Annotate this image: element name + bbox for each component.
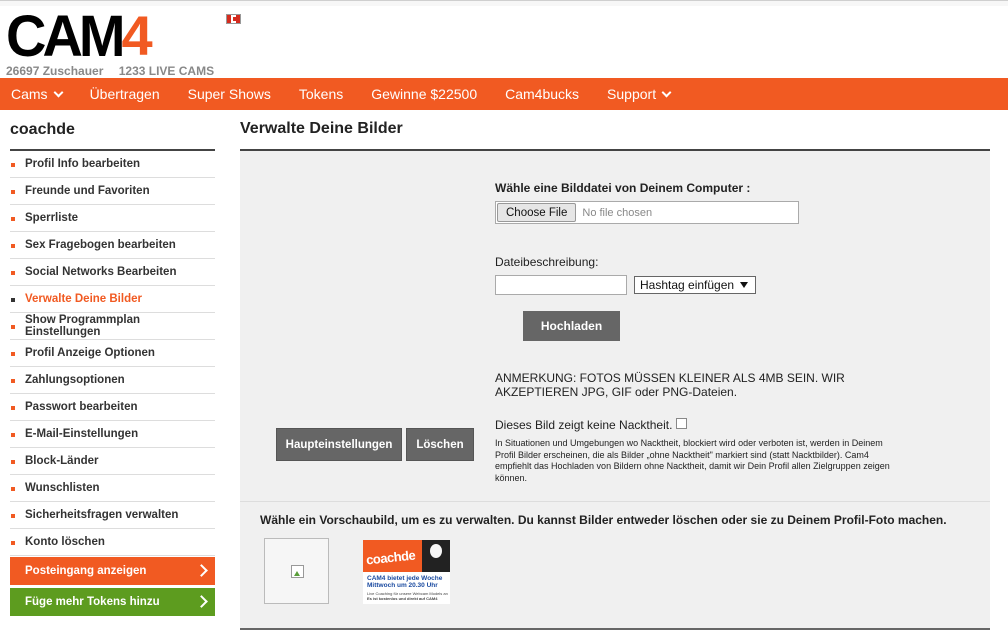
chevron-down-icon xyxy=(53,87,64,97)
page-title: Verwalte Deine Bilder xyxy=(240,120,403,137)
inbox-button[interactable]: Posteingang anzeigen xyxy=(10,557,215,585)
sidebar-item-wishlists[interactable]: Wunschlisten xyxy=(10,475,215,502)
chevron-right-icon xyxy=(195,595,208,608)
logo-text: CAM xyxy=(6,2,126,69)
main-settings-button[interactable]: Haupteinstellungen xyxy=(276,428,402,461)
no-nudity-checkbox[interactable] xyxy=(676,417,688,429)
main-nav: Cams Übertragen Super Shows Tokens Gewin… xyxy=(0,78,1008,110)
sidebar-item-questionnaire[interactable]: Sex Fragebogen bearbeiten xyxy=(10,232,215,259)
promo-line-4: Es ist kostenlos und direkt auf CAM4 xyxy=(367,596,438,601)
nav-tokens[interactable]: Tokens xyxy=(285,78,357,110)
nudity-info: In Situationen und Umgebungen wo Nackthe… xyxy=(495,438,890,483)
sidebar-item-block-countries[interactable]: Block-Länder xyxy=(10,448,215,475)
file-status: No file chosen xyxy=(582,206,653,219)
sidebar-item-profile-display[interactable]: Profil Anzeige Optionen xyxy=(10,340,215,367)
sidebar-item-manage-pictures[interactable]: Verwalte Deine Bilder xyxy=(10,286,215,313)
sidebar-item-blocklist[interactable]: Sperrliste xyxy=(10,205,215,232)
browser-top-edge xyxy=(0,0,1008,6)
sidebar-item-security-questions[interactable]: Sicherheitsfragen verwalten xyxy=(10,502,215,529)
sidebar-item-show-schedule[interactable]: Show Programmplan Einstellungen xyxy=(10,313,215,340)
nav-support[interactable]: Support xyxy=(593,78,684,110)
sidebar-item-payment[interactable]: Zahlungsoptionen xyxy=(10,367,215,394)
promo-photo xyxy=(422,540,450,572)
add-tokens-button[interactable]: Füge mehr Tokens hinzu xyxy=(10,588,215,616)
nav-super-shows[interactable]: Super Shows xyxy=(174,78,285,110)
nav-broadcast[interactable]: Übertragen xyxy=(76,78,174,110)
dropdown-arrow-icon xyxy=(740,282,748,288)
choose-file-button[interactable]: Choose File xyxy=(497,203,577,222)
no-nudity-option: Dieses Bild zeigt keine Nacktheit. xyxy=(495,417,688,432)
sidebar-item-email[interactable]: E-Mail-Einstellungen xyxy=(10,421,215,448)
sidebar-item-delete-account[interactable]: Konto löschen xyxy=(10,529,215,556)
live-cams-count: 1233 LIVE CAMS xyxy=(118,64,215,78)
viewer-count: 26697 Zuschauer xyxy=(6,64,104,78)
sidebar-menu: Profil Info bearbeiten Freunde und Favor… xyxy=(10,151,215,556)
thumbnail-broken[interactable] xyxy=(264,538,329,604)
sidebar-item-profile-info[interactable]: Profil Info bearbeiten xyxy=(10,151,215,178)
file-upload-label: Wähle eine Bilddatei von Deinem Computer… xyxy=(495,181,751,195)
promo-line-1: CAM4 bietet jede Woche xyxy=(367,575,443,582)
sidebar-item-password[interactable]: Passwort bearbeiten xyxy=(10,394,215,421)
account-sidebar: coachde Profil Info bearbeiten Freunde u… xyxy=(10,120,215,616)
thumbnails-instruction: Wähle ein Vorschaubild, um es zu verwalt… xyxy=(260,513,947,527)
upload-button[interactable]: Hochladen xyxy=(523,311,620,341)
thumbnail-promo[interactable]: coachde CAM4 bietet jede Woche Mittwoch … xyxy=(363,540,450,604)
sidebar-item-friends[interactable]: Freunde und Favoriten xyxy=(10,178,215,205)
nav-cams[interactable]: Cams xyxy=(0,78,76,110)
nav-cam4bucks[interactable]: Cam4bucks xyxy=(491,78,593,110)
site-stats: 26697 Zuschauer 1233 LIVE CAMS xyxy=(6,64,226,78)
chevron-right-icon xyxy=(195,564,208,577)
thumbnails-divider xyxy=(240,628,990,630)
sidebar-username: coachde xyxy=(10,120,215,151)
nav-win[interactable]: Gewinne $22500 xyxy=(357,78,491,110)
description-input[interactable] xyxy=(495,275,627,295)
delete-button[interactable]: Löschen xyxy=(406,428,474,461)
hashtag-select[interactable]: Hashtag einfügen xyxy=(634,276,756,294)
no-nudity-label: Dieses Bild zeigt keine Nacktheit. xyxy=(495,418,673,432)
canada-flag-icon[interactable] xyxy=(226,14,241,24)
cam4-logo[interactable]: CAM 4 xyxy=(6,2,153,69)
broken-image-icon xyxy=(291,565,304,578)
chevron-down-icon xyxy=(661,87,672,97)
description-label: Dateibeschreibung: xyxy=(495,255,599,269)
upload-note: ANMERKUNG: FOTOS MÜSSEN KLEINER ALS 4MB … xyxy=(495,371,845,399)
sidebar-item-social-networks[interactable]: Social Networks Bearbeiten xyxy=(10,259,215,286)
promo-line-2: Mittwoch um 20.30 Uhr xyxy=(367,582,438,589)
logo-number: 4 xyxy=(121,4,153,67)
file-input[interactable]: Choose File No file chosen xyxy=(495,201,799,224)
